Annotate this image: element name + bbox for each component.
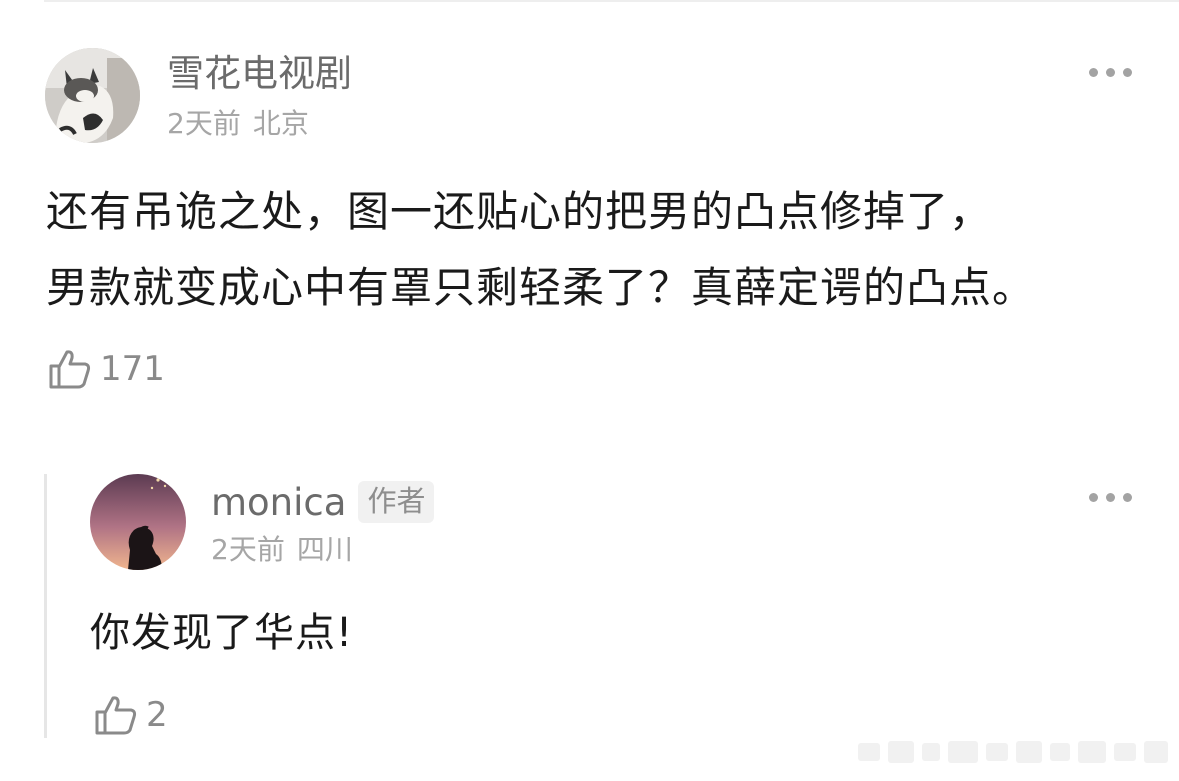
comment-text-line-2: 男款就变成心中有罩只剩轻柔了？真薛定谔的凸点。 <box>46 263 1036 312</box>
comment-username[interactable]: 雪花电视剧 <box>167 55 352 92</box>
thumbs-up-icon <box>49 350 91 389</box>
reply-like-button[interactable]: 2 <box>94 694 168 736</box>
more-dot <box>1123 493 1132 502</box>
reply-text: 你发现了华点! <box>90 610 354 656</box>
reply-username[interactable]: monica 作者 <box>211 481 435 524</box>
comment-location: 北京 <box>252 107 309 140</box>
avatar[interactable] <box>45 48 140 143</box>
comment-meta: 2天前 北京 <box>167 110 309 138</box>
more-dot <box>1106 68 1115 77</box>
thumbs-up-icon <box>95 696 137 735</box>
silhouette-avatar-image <box>90 474 186 570</box>
reply-meta: 2天前 四川 <box>211 536 353 564</box>
comment-time: 2天前 <box>167 107 241 140</box>
comment-like-button[interactable]: 171 <box>48 348 165 390</box>
more-dots-icon <box>1089 493 1098 502</box>
top-divider <box>44 0 1179 2</box>
watermark-pattern <box>858 741 1168 763</box>
reply-thread-line <box>44 474 47 738</box>
comment-more-button[interactable] <box>1089 68 1132 77</box>
reply-avatar[interactable] <box>90 474 186 570</box>
more-dot <box>1106 493 1115 502</box>
comment-text-line-1: 还有吊诡之处，图一还贴心的把男的凸点修掉了， <box>46 187 993 236</box>
reply-username-text: monica <box>211 481 347 524</box>
reply-location: 四川 <box>296 533 353 566</box>
reply-like-count: 2 <box>146 695 168 735</box>
reply-time: 2天前 <box>211 533 285 566</box>
more-dot <box>1123 68 1132 77</box>
comment-like-count: 171 <box>100 349 165 389</box>
more-dots-icon <box>1089 68 1098 77</box>
cat-avatar-image <box>45 48 140 143</box>
author-badge: 作者 <box>358 481 435 523</box>
reply-more-button[interactable] <box>1089 493 1132 502</box>
